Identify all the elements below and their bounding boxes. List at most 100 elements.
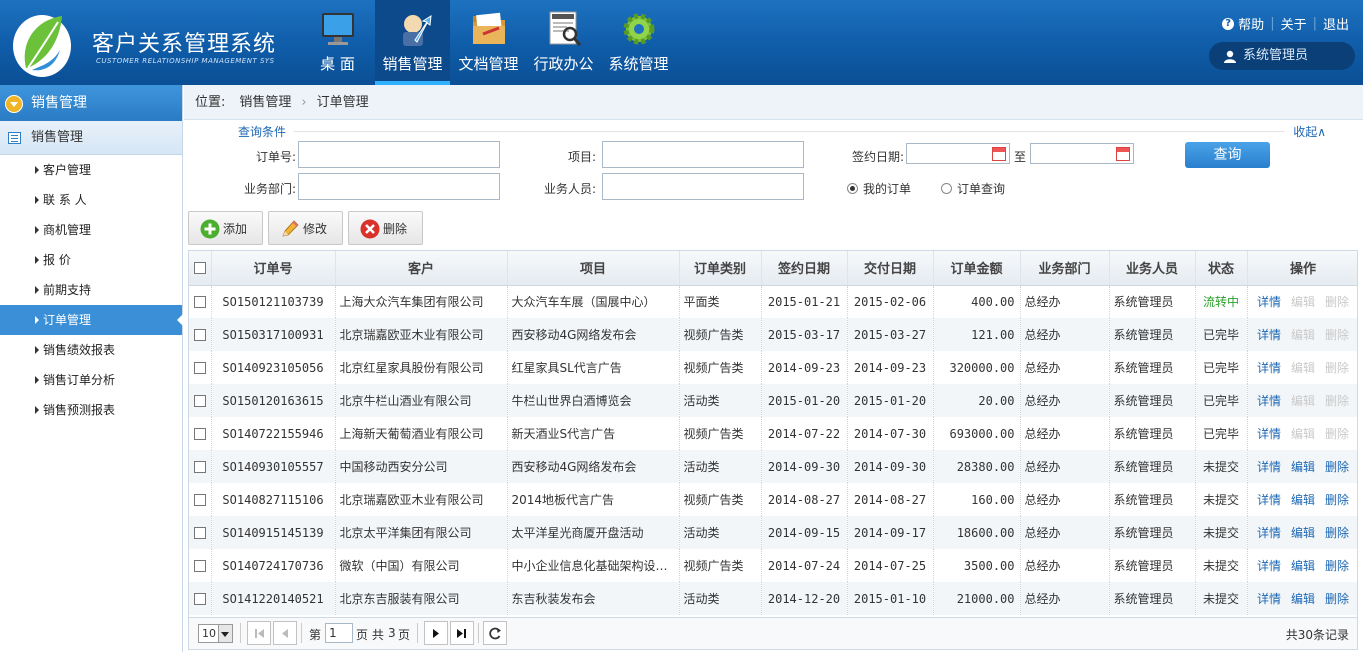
delete-link[interactable]: 删除 (1325, 526, 1349, 540)
dept-input[interactable] (298, 173, 500, 200)
first-page-button[interactable] (247, 621, 271, 645)
edit-link[interactable]: 编辑 (1291, 526, 1315, 540)
logout-link[interactable]: 退出 (1323, 14, 1349, 33)
col-customer[interactable]: 客户 (335, 251, 508, 286)
staff-input[interactable] (602, 173, 804, 200)
row-select-cell[interactable] (189, 483, 212, 516)
table-row[interactable]: SO140827115106 北京瑞嘉欧亚木业有限公司 2014地板代言广告 视频广告… (189, 483, 1357, 516)
col-status[interactable]: 状态 (1195, 251, 1248, 286)
detail-link[interactable]: 详情 (1257, 295, 1281, 309)
table-row[interactable]: SO150120163615 北京牛栏山酒业有限公司 牛栏山世界白酒博览会 活动类 20… (189, 384, 1357, 417)
page-size-select[interactable]: 10 (198, 624, 233, 643)
calendar-icon[interactable] (1116, 147, 1130, 161)
date-from-input[interactable] (906, 143, 1010, 164)
topnav-documents[interactable]: 文档管理 (451, 0, 526, 85)
row-checkbox[interactable] (193, 329, 206, 341)
delete-link[interactable]: 删除 (1325, 592, 1349, 606)
row-select-cell[interactable] (189, 549, 212, 582)
edit-link[interactable]: 编辑 (1291, 493, 1315, 507)
col-delivery-date[interactable]: 交付日期 (847, 251, 934, 286)
refresh-button[interactable] (483, 621, 507, 645)
row-checkbox[interactable] (193, 428, 206, 440)
calendar-icon[interactable] (992, 147, 1006, 161)
last-page-button[interactable] (450, 621, 474, 645)
query-button[interactable]: 查询 (1185, 142, 1270, 168)
sidebar-item-forecast-report[interactable]: 销售预测报表 (0, 395, 182, 425)
detail-link[interactable]: 详情 (1257, 394, 1281, 408)
row-select-cell[interactable] (189, 318, 212, 351)
col-project[interactable]: 项目 (507, 251, 680, 286)
edit-link[interactable]: 编辑 (1291, 460, 1315, 474)
topnav-office[interactable]: 行政办公 (526, 0, 601, 85)
row-select-cell[interactable] (189, 384, 212, 417)
prev-page-button[interactable] (273, 621, 297, 645)
current-user-badge[interactable]: 系统管理员 (1209, 42, 1355, 70)
add-button[interactable]: 添加 (188, 211, 263, 245)
sidebar-item-performance-report[interactable]: 销售绩效报表 (0, 335, 182, 365)
about-link[interactable]: 关于 (1281, 14, 1307, 33)
delete-button[interactable]: 删除 (348, 211, 423, 245)
radio-my-orders[interactable] (847, 183, 858, 194)
edit-link[interactable]: 编辑 (1291, 592, 1315, 606)
topnav-desktop[interactable]: 桌 面 (300, 0, 375, 85)
col-dept[interactable]: 业务部门 (1020, 251, 1110, 286)
sidebar-item-opportunities[interactable]: 商机管理 (0, 215, 182, 245)
page-number-input[interactable]: 1 (325, 623, 353, 643)
detail-link[interactable]: 详情 (1257, 526, 1281, 540)
table-row[interactable]: SO141220140521 北京东吉服装有限公司 东吉秋装发布会 活动类 2014-1… (189, 582, 1357, 615)
sidebar-item-quotes[interactable]: 报 价 (0, 245, 182, 275)
row-checkbox[interactable] (193, 560, 206, 572)
row-checkbox[interactable] (193, 362, 206, 374)
row-select-cell[interactable] (189, 285, 212, 318)
row-checkbox[interactable] (193, 296, 206, 309)
table-row[interactable]: SO140915145139 北京太平洋集团有限公司 太平洋星光商厦开盘活动 活动类 2… (189, 516, 1357, 549)
col-amount[interactable]: 订单金额 (933, 251, 1021, 286)
project-input[interactable] (602, 141, 804, 168)
sidebar-item-order-analysis[interactable]: 销售订单分析 (0, 365, 182, 395)
edit-link[interactable]: 编辑 (1291, 559, 1315, 573)
col-staff[interactable]: 业务人员 (1109, 251, 1196, 286)
row-checkbox[interactable] (193, 494, 206, 506)
col-sign-date[interactable]: 签约日期 (761, 251, 848, 286)
row-select-cell[interactable] (189, 516, 212, 549)
select-all-cell[interactable] (189, 251, 212, 286)
table-row[interactable]: SO150121103739 上海大众汽车集团有限公司 大众汽车车展（国展中心） 平面… (189, 285, 1357, 318)
sidebar-item-customers[interactable]: 客户管理 (0, 155, 182, 185)
sidebar-item-presales[interactable]: 前期支持 (0, 275, 182, 305)
topnav-system[interactable]: 系统管理 (601, 0, 676, 85)
breadcrumb-item-sales[interactable]: 销售管理 (239, 95, 291, 110)
delete-link[interactable]: 删除 (1325, 559, 1349, 573)
help-link[interactable]: ? 帮助 (1222, 14, 1264, 33)
col-category[interactable]: 订单类别 (679, 251, 762, 286)
radio-order-query-label[interactable]: 订单查询 (957, 180, 1005, 197)
detail-link[interactable]: 详情 (1257, 493, 1281, 507)
radio-my-orders-label[interactable]: 我的订单 (863, 180, 911, 197)
select-all-checkbox[interactable] (193, 261, 206, 274)
collapse-link[interactable]: 收起∧ (1293, 123, 1326, 140)
detail-link[interactable]: 详情 (1257, 559, 1281, 573)
date-to-input[interactable] (1030, 143, 1134, 164)
next-page-button[interactable] (424, 621, 448, 645)
row-select-cell[interactable] (189, 450, 212, 483)
row-checkbox[interactable] (193, 395, 206, 407)
radio-order-query[interactable] (941, 183, 952, 194)
sidebar-header[interactable]: 销售管理 (0, 85, 182, 121)
table-row[interactable]: SO140722155946 上海新天葡萄酒业有限公司 新天酒业S代言广告 视频广告类… (189, 417, 1357, 450)
sidebar-group[interactable]: 销售管理 (0, 121, 182, 155)
delete-link[interactable]: 删除 (1325, 460, 1349, 474)
table-row[interactable]: SO150317100931 北京瑞嘉欧亚木业有限公司 西安移动4G网络发布会 视频广… (189, 318, 1357, 351)
row-select-cell[interactable] (189, 417, 212, 450)
table-row[interactable]: SO140923105056 北京红星家具股份有限公司 红星家具SL代言广告 视频广告… (189, 351, 1357, 384)
delete-link[interactable]: 删除 (1325, 493, 1349, 507)
detail-link[interactable]: 详情 (1257, 328, 1281, 342)
row-checkbox[interactable] (193, 527, 206, 539)
row-select-cell[interactable] (189, 582, 212, 615)
sidebar-item-orders[interactable]: 订单管理 (0, 305, 183, 335)
table-row[interactable]: SO140724170736 微软（中国）有限公司 中小企业信息化基础架构设计...… (189, 549, 1357, 582)
table-row[interactable]: SO140930105557 中国移动西安分公司 西安移动4G网络发布会 活动类 201… (189, 450, 1357, 483)
row-checkbox[interactable] (193, 593, 206, 605)
sidebar-item-contacts[interactable]: 联 系 人 (0, 185, 182, 215)
col-order-no[interactable]: 订单号 (211, 251, 336, 286)
detail-link[interactable]: 详情 (1257, 592, 1281, 606)
detail-link[interactable]: 详情 (1257, 427, 1281, 441)
